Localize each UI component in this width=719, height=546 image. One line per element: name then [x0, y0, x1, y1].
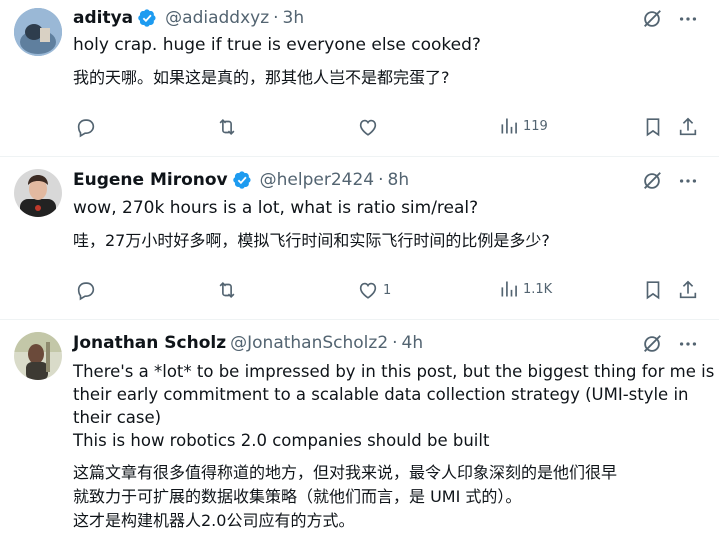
tweet-translation: 这篇文章有很多值得称道的地方，但对我来说，最令人印象深刻的是他们很早 就致力于可…	[73, 461, 707, 533]
separator-dot: ·	[392, 333, 398, 353]
tweet-text: holy crap. huge if true is everyone else…	[73, 35, 481, 55]
avatar-image	[14, 8, 62, 56]
views-button[interactable]: 119	[499, 116, 548, 136]
like-icon	[359, 282, 377, 299]
author-name[interactable]: Eugene Mironov	[73, 170, 228, 190]
tweet-translation: 我的天哪。如果这是真的，那其他人岂不是都完蛋了?	[73, 68, 450, 87]
author-handle[interactable]: @JonathanScholz2	[230, 333, 388, 353]
tweet-text-line: This is how robotics 2.0 companies shoul…	[73, 431, 490, 450]
tweet-text: wow, 270k hours is a lot, what is ratio …	[73, 198, 479, 218]
tweet-header: Eugene Mironov @helper2424 · 8h	[73, 170, 409, 190]
timestamp[interactable]: 4h	[402, 333, 424, 353]
more-icon[interactable]	[677, 170, 699, 192]
bookmark-icon	[646, 118, 660, 137]
action-bar: 119	[73, 116, 703, 140]
tweet-text-line: their case)	[73, 408, 162, 427]
retweet-button[interactable]	[216, 279, 238, 301]
share-button[interactable]	[677, 279, 699, 301]
reply-icon	[77, 282, 95, 301]
tweet-text-line: There's a *lot* to be impressed by in th…	[73, 362, 715, 381]
translation-line: 这篇文章有很多值得称道的地方，但对我来说，最令人印象深刻的是他们很早	[73, 463, 618, 482]
tweet-text: There's a *lot* to be impressed by in th…	[73, 360, 715, 452]
tweet-header: aditya @adiaddxyz · 3h	[73, 8, 304, 28]
avatar[interactable]	[14, 332, 62, 380]
author-name[interactable]: aditya	[73, 8, 133, 28]
more-icon[interactable]	[677, 333, 699, 355]
more-icon[interactable]	[677, 8, 699, 30]
views-icon	[501, 281, 517, 297]
author-handle[interactable]: @helper2424	[260, 170, 374, 190]
timestamp[interactable]: 8h	[388, 170, 410, 190]
share-icon	[679, 117, 697, 136]
like-button[interactable]	[357, 116, 383, 138]
retweet-icon	[219, 281, 235, 299]
grok-icon[interactable]	[641, 333, 663, 355]
share-button[interactable]	[677, 116, 699, 138]
separator-dot: ·	[378, 170, 384, 190]
view-count: 119	[523, 118, 548, 134]
action-bar: 1 1.1K	[73, 279, 703, 303]
grok-icon[interactable]	[641, 8, 663, 30]
share-icon	[679, 280, 697, 299]
views-button[interactable]: 1.1K	[499, 279, 552, 299]
bookmark-button[interactable]	[642, 116, 664, 138]
verified-badge-icon	[232, 171, 251, 189]
reply-button[interactable]	[75, 116, 97, 138]
author-handle[interactable]: @adiaddxyz	[165, 8, 269, 28]
avatar[interactable]	[14, 8, 62, 56]
tweet-header: Jonathan Scholz @JonathanScholz2 · 4h	[73, 333, 423, 353]
tweet-1[interactable]: aditya @adiaddxyz · 3h holy crap. huge i…	[0, 0, 719, 157]
retweet-button[interactable]	[216, 116, 238, 138]
view-count: 1.1K	[523, 281, 553, 297]
avatar-image	[14, 332, 62, 380]
verified-badge-icon	[138, 9, 156, 27]
views-icon	[501, 118, 517, 134]
retweet-icon	[219, 118, 235, 136]
tweet-3[interactable]: Jonathan Scholz @JonathanScholz2 · 4h Th…	[0, 320, 719, 546]
like-icon	[359, 119, 377, 136]
translation-line: 就致力于可扩展的数据收集策略（就他们而言，是 UMI 式的）。	[73, 487, 522, 506]
avatar-image	[14, 169, 62, 217]
translation-line: 这才是构建机器人2.0公司应有的方式。	[73, 511, 355, 530]
avatar[interactable]	[14, 169, 62, 217]
grok-icon[interactable]	[641, 170, 663, 192]
like-button[interactable]: 1	[357, 279, 391, 301]
tweet-text-line: their early commitment to a scalable dat…	[73, 385, 689, 404]
reply-icon	[77, 119, 95, 138]
reply-button[interactable]	[75, 279, 97, 301]
author-name[interactable]: Jonathan Scholz	[73, 333, 226, 353]
like-count: 1	[383, 282, 392, 298]
separator-dot: ·	[273, 8, 279, 28]
timestamp[interactable]: 3h	[283, 8, 305, 28]
tweet-translation: 哇，27万小时好多啊，模拟飞行时间和实际飞行时间的比例是多少?	[73, 231, 550, 250]
tweet-2[interactable]: Eugene Mironov @helper2424 · 8h wow, 270…	[0, 157, 719, 320]
bookmark-icon	[646, 281, 660, 300]
bookmark-button[interactable]	[642, 279, 664, 301]
